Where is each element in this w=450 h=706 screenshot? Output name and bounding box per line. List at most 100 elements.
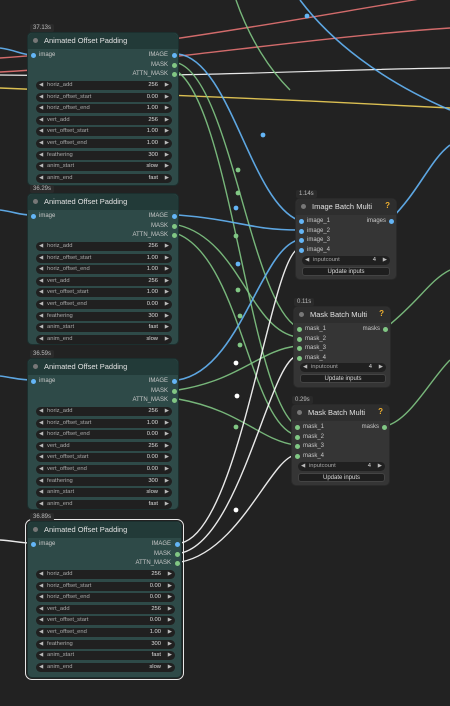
node-header[interactable]: Animated Offset Padding (28, 194, 178, 210)
wire-n3-attn[interactable] (177, 398, 296, 446)
node-header[interactable]: Animated Offset Padding (28, 33, 178, 49)
widget-anim-start[interactable]: ◀ anim_start slow ▶ (36, 488, 172, 498)
decrement-arrow-icon[interactable]: ◀ (305, 256, 309, 265)
offset-node-1[interactable]: 37.13s Animated Offset Padding image IMA… (27, 24, 179, 186)
increment-arrow-icon[interactable]: ▶ (165, 277, 169, 286)
mask-port-icon[interactable] (172, 398, 177, 403)
output-image[interactable]: IMAGE (149, 213, 168, 219)
increment-arrow-icon[interactable]: ▶ (168, 582, 172, 591)
wire-blue-top[interactable] (299, 0, 450, 111)
output-images[interactable]: images (367, 218, 386, 224)
increment-arrow-icon[interactable]: ▶ (168, 628, 172, 637)
image-port-icon[interactable] (31, 542, 36, 547)
mask-port-icon[interactable] (175, 561, 180, 566)
help-icon[interactable]: ? (379, 309, 384, 318)
increment-arrow-icon[interactable]: ▶ (168, 616, 172, 625)
input-image[interactable]: image (31, 378, 55, 384)
decrement-arrow-icon[interactable]: ◀ (39, 93, 43, 102)
decrement-arrow-icon[interactable]: ◀ (39, 477, 43, 486)
node-header[interactable]: Mask Batch Multi? (294, 307, 390, 323)
mask-port-icon[interactable] (172, 389, 177, 394)
image-port-icon[interactable] (172, 379, 177, 384)
update-inputs-button[interactable]: Update inputs (300, 374, 386, 383)
widget-horiz-offset-end[interactable]: ◀ horiz_offset_end 0.00 ▶ (36, 430, 172, 440)
widget-anim-end[interactable]: ◀ anim_end slow ▶ (36, 662, 175, 672)
widget-vert-add[interactable]: ◀ vert_add 256 ▶ (36, 441, 172, 451)
input-mask-1[interactable]: mask_1 (297, 326, 326, 332)
increment-arrow-icon[interactable]: ▶ (165, 488, 169, 497)
widget-horiz-add[interactable]: ◀ horiz_add 256 ▶ (36, 570, 175, 579)
increment-arrow-icon[interactable]: ▶ (165, 127, 169, 136)
update-inputs-button[interactable]: Update inputs (298, 473, 385, 482)
widget-vert-add[interactable]: ◀ vert_add 256 ▶ (36, 604, 175, 614)
wire-masks-out-2[interactable] (385, 359, 450, 427)
decrement-arrow-icon[interactable]: ◀ (39, 81, 43, 90)
increment-arrow-icon[interactable]: ▶ (165, 265, 169, 274)
input-mask-4[interactable]: mask_4 (297, 355, 326, 361)
widget-feathering[interactable]: ◀ feathering 300 ▶ (36, 311, 172, 321)
image-port-icon[interactable] (175, 542, 180, 547)
decrement-arrow-icon[interactable]: ◀ (39, 570, 43, 579)
decrement-arrow-icon[interactable]: ◀ (39, 605, 43, 614)
increment-arrow-icon[interactable]: ▶ (378, 462, 382, 471)
input-mask-4[interactable]: mask_4 (295, 453, 324, 459)
widget-vert-offset-start[interactable]: ◀ vert_offset_start 0.00 ▶ (36, 453, 172, 463)
increment-arrow-icon[interactable]: ▶ (165, 254, 169, 263)
mask-port-icon[interactable] (295, 425, 300, 430)
input-image-4[interactable]: image_4 (299, 247, 330, 253)
input-image[interactable]: image (31, 52, 55, 58)
increment-arrow-icon[interactable]: ▶ (168, 663, 172, 672)
widget-vert-offset-start[interactable]: ◀ vert_offset_start 1.00 ▶ (36, 127, 172, 137)
image-port-icon[interactable] (389, 219, 394, 224)
collapse-dot-icon[interactable] (297, 410, 302, 415)
wire-green-top[interactable] (235, 0, 291, 91)
mask-batch-multi-node-1[interactable]: 0.11s Mask Batch Multi? masks ◀ inputcoun… (293, 298, 391, 388)
widget-horiz-offset-start[interactable]: ◀ horiz_offset_start 1.00 ▶ (36, 253, 172, 263)
mask-port-icon[interactable] (172, 233, 177, 238)
increment-arrow-icon[interactable]: ▶ (165, 242, 169, 251)
input-image-1[interactable]: image_1 (299, 218, 330, 224)
output-attn-mask[interactable]: ATTN_MASK (132, 71, 168, 77)
output-masks[interactable]: masks (363, 326, 380, 332)
widget-horiz-offset-start[interactable]: ◀ horiz_offset_start 0.00 ▶ (36, 581, 175, 591)
output-image[interactable]: IMAGE (152, 541, 171, 547)
decrement-arrow-icon[interactable]: ◀ (39, 151, 43, 160)
wire-n3-mask[interactable] (177, 345, 298, 391)
mask-port-icon[interactable] (295, 453, 300, 459)
widget-horiz-add[interactable]: ◀ horiz_add 256 ▶ (36, 81, 172, 90)
collapse-dot-icon[interactable] (299, 312, 304, 317)
input-mask-2[interactable]: mask_2 (295, 434, 324, 440)
increment-arrow-icon[interactable]: ▶ (165, 174, 169, 183)
increment-arrow-icon[interactable]: ▶ (165, 465, 169, 474)
collapse-dot-icon[interactable] (33, 364, 38, 369)
increment-arrow-icon[interactable]: ▶ (165, 116, 169, 125)
widget-feathering[interactable]: ◀ feathering 300 ▶ (36, 476, 172, 486)
widget-anim-end[interactable]: ◀ anim_end fast ▶ (36, 173, 172, 183)
increment-arrow-icon[interactable]: ▶ (165, 139, 169, 148)
increment-arrow-icon[interactable]: ▶ (165, 93, 169, 102)
mask-port-icon[interactable] (295, 444, 300, 450)
mask-port-icon[interactable] (297, 336, 302, 342)
image-port-icon[interactable] (299, 247, 304, 253)
output-mask[interactable]: MASK (151, 223, 168, 229)
decrement-arrow-icon[interactable]: ◀ (39, 407, 43, 416)
wire-n2-image[interactable] (177, 214, 299, 231)
collapse-dot-icon[interactable] (33, 38, 38, 43)
widget-horiz-offset-end[interactable]: ◀ horiz_offset_end 0.00 ▶ (36, 593, 175, 603)
mask-port-icon[interactable] (295, 434, 300, 440)
input-image[interactable]: image (31, 213, 55, 219)
widget-vert-offset-end[interactable]: ◀ vert_offset_end 0.00 ▶ (36, 300, 172, 309)
collapse-dot-icon[interactable] (33, 527, 38, 532)
input-image-3[interactable]: image_3 (299, 237, 330, 244)
image-port-icon[interactable] (31, 379, 36, 384)
increment-arrow-icon[interactable]: ▶ (379, 363, 383, 372)
widget-horiz-offset-end[interactable]: ◀ horiz_offset_end 1.00 ▶ (36, 265, 172, 275)
increment-arrow-icon[interactable]: ▶ (165, 477, 169, 486)
decrement-arrow-icon[interactable]: ◀ (39, 640, 43, 649)
increment-arrow-icon[interactable]: ▶ (165, 442, 169, 451)
widget-anim-start[interactable]: ◀ anim_start fast ▶ (36, 323, 172, 333)
output-mask[interactable]: MASK (154, 551, 171, 557)
increment-arrow-icon[interactable]: ▶ (168, 593, 172, 602)
decrement-arrow-icon[interactable]: ◀ (39, 300, 43, 309)
decrement-arrow-icon[interactable]: ◀ (39, 265, 43, 274)
